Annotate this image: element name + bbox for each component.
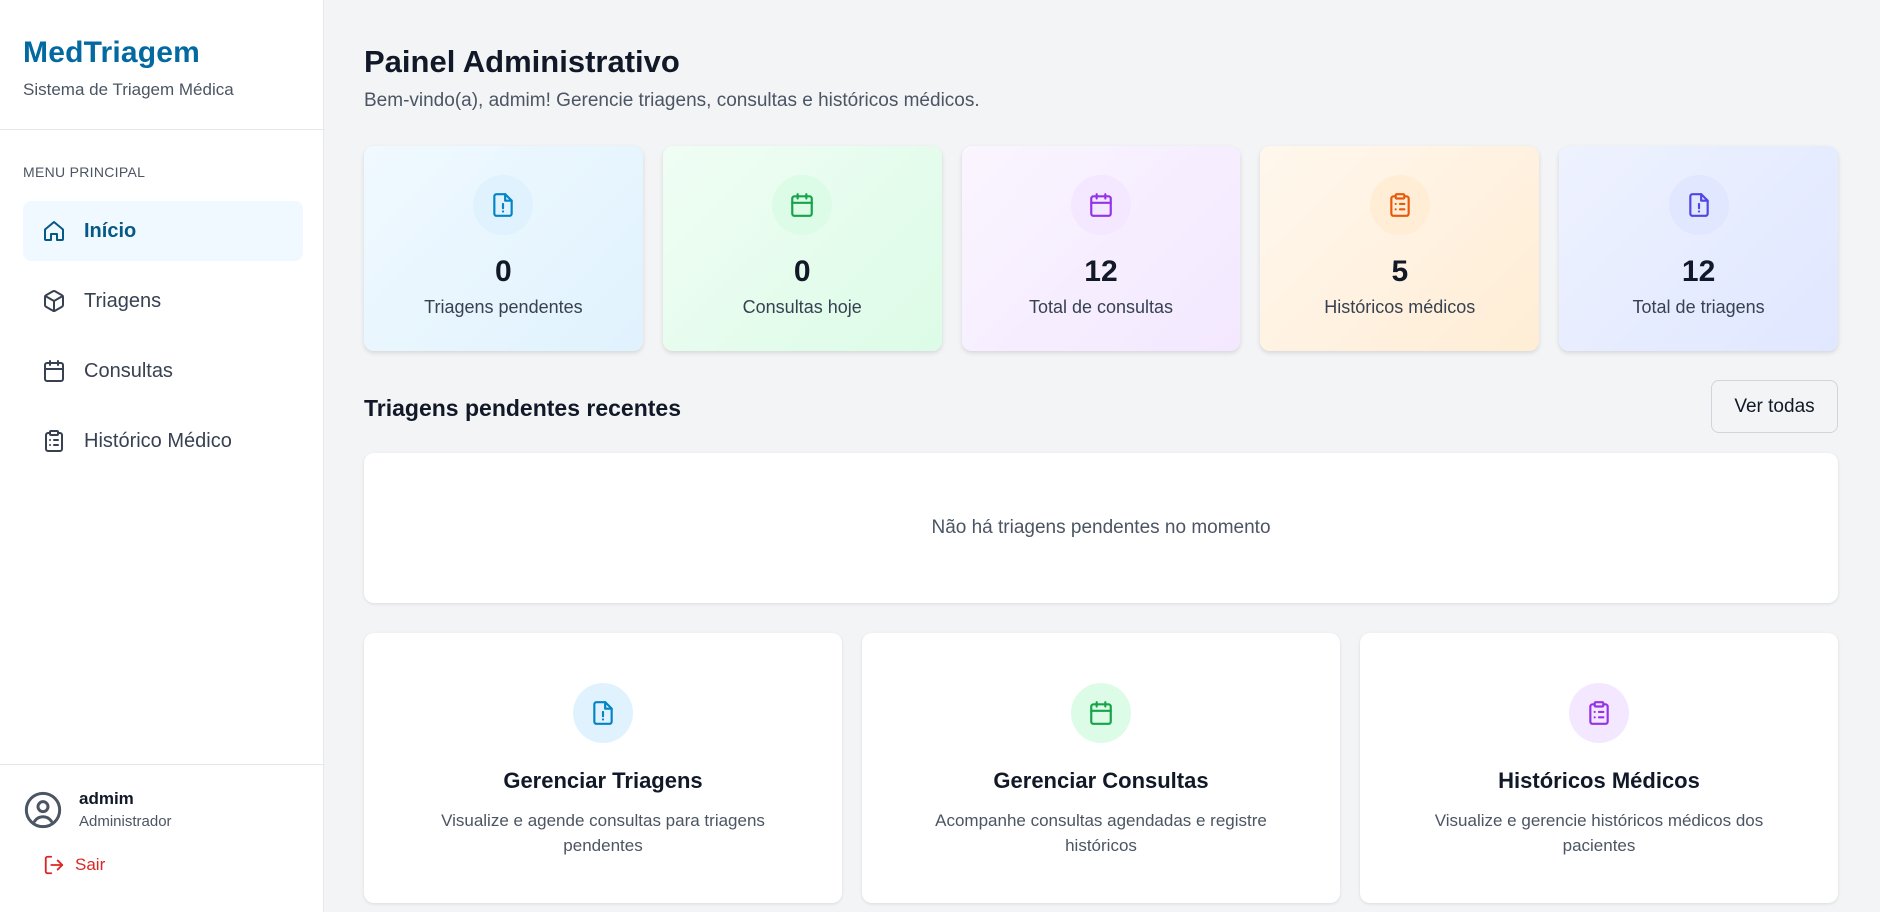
stat-label: Triagens pendentes — [424, 297, 583, 317]
action-description: Acompanhe consultas agendadas e registre… — [935, 811, 1267, 855]
brand: MedTriagem Sistema de Triagem Médica — [0, 0, 323, 130]
clipboard-icon — [42, 429, 66, 453]
page-title: Painel Administrativo — [364, 44, 680, 79]
home-icon — [42, 219, 66, 243]
brand-title[interactable]: MedTriagem — [23, 36, 323, 70]
clipboard-icon — [1569, 683, 1629, 743]
logout-button[interactable]: Sair — [43, 854, 323, 876]
file-alert-icon — [1668, 175, 1729, 235]
sidebar-item-inicio[interactable]: Início — [23, 201, 303, 261]
stat-label: Históricos médicos — [1324, 297, 1476, 317]
user-info: admim Administrador — [23, 789, 323, 830]
user-circle-icon — [23, 790, 63, 830]
stat-card-total-triagens: 12 Total de triagens — [1559, 146, 1838, 351]
action-card-gerenciar-triagens[interactable]: Gerenciar Triagens Visualize e agende co… — [364, 633, 842, 903]
menu-label: MENU PRINCIPAL — [23, 164, 146, 180]
sidebar-item-historico-medico[interactable]: Histórico Médico — [23, 411, 303, 471]
file-alert-icon — [573, 683, 633, 743]
stat-card-consultas-hoje: 0 Consultas hoje — [662, 146, 942, 351]
user-panel: admim Administrador Sair — [0, 764, 323, 876]
calendar-icon — [772, 175, 833, 235]
user-role: Administrador — [79, 813, 172, 830]
empty-state-card: Não há triagens pendentes no momento — [364, 453, 1838, 603]
action-title: Históricos Médicos — [1498, 768, 1700, 793]
empty-state-text: Não há triagens pendentes no momento — [931, 517, 1271, 538]
view-all-button[interactable]: Ver todas — [1711, 380, 1838, 433]
stat-value: 12 — [1084, 255, 1118, 288]
action-title: Gerenciar Consultas — [993, 768, 1209, 793]
file-alert-icon — [473, 175, 534, 235]
stat-label: Consultas hoje — [742, 297, 862, 317]
stat-label: Total de triagens — [1632, 297, 1765, 317]
action-title: Gerenciar Triagens — [503, 768, 703, 793]
user-name: admim — [79, 789, 134, 808]
stats-row: 0 Triagens pendentes 0 Consultas hoje 12… — [364, 146, 1838, 351]
stat-card-total-consultas: 12 Total de consultas — [961, 146, 1241, 351]
stat-card-historicos-medicos: 5 Históricos médicos — [1260, 146, 1540, 351]
action-card-historicos-medicos[interactable]: Históricos Médicos Visualize e gerencie … — [1360, 633, 1838, 903]
clipboard-icon — [1369, 175, 1430, 235]
stat-value: 0 — [793, 255, 811, 288]
calendar-icon — [1070, 175, 1131, 235]
calendar-icon — [1071, 683, 1131, 743]
action-description: Visualize e gerencie históricos médicos … — [1434, 811, 1764, 855]
page-subtitle: Bem-vindo(a), admim! Gerencie triagens, … — [364, 90, 980, 111]
brand-subtitle: Sistema de Triagem Médica — [23, 80, 234, 99]
logout-label: Sair — [75, 855, 106, 874]
recent-triages-title: Triagens pendentes recentes — [364, 395, 682, 421]
action-description: Visualize e agende consultas para triage… — [441, 811, 765, 855]
action-card-gerenciar-consultas[interactable]: Gerenciar Consultas Acompanhe consultas … — [862, 633, 1340, 903]
sidebar-item-label: Início — [84, 219, 137, 242]
stat-value: 12 — [1681, 255, 1716, 288]
calendar-icon — [42, 359, 66, 383]
logout-icon — [44, 855, 64, 875]
sidebar-item-consultas[interactable]: Consultas — [23, 341, 303, 401]
cube-icon — [42, 289, 66, 313]
stat-card-triagens-pendentes: 0 Triagens pendentes — [364, 146, 643, 351]
sidebar-item-label: Triagens — [84, 289, 162, 312]
sidebar-item-label: Histórico Médico — [84, 429, 232, 452]
sidebar-nav: Início Triagens Consultas Histórico Médi… — [23, 201, 303, 481]
stat-label: Total de consultas — [1028, 297, 1174, 317]
sidebar: MedTriagem Sistema de Triagem Médica MEN… — [0, 0, 324, 912]
sidebar-item-label: Consultas — [84, 359, 173, 382]
sidebar-item-triagens[interactable]: Triagens — [23, 271, 303, 331]
stat-value: 5 — [1391, 255, 1409, 288]
stat-value: 0 — [495, 255, 512, 288]
quick-actions: Gerenciar Triagens Visualize e agende co… — [364, 633, 1838, 903]
